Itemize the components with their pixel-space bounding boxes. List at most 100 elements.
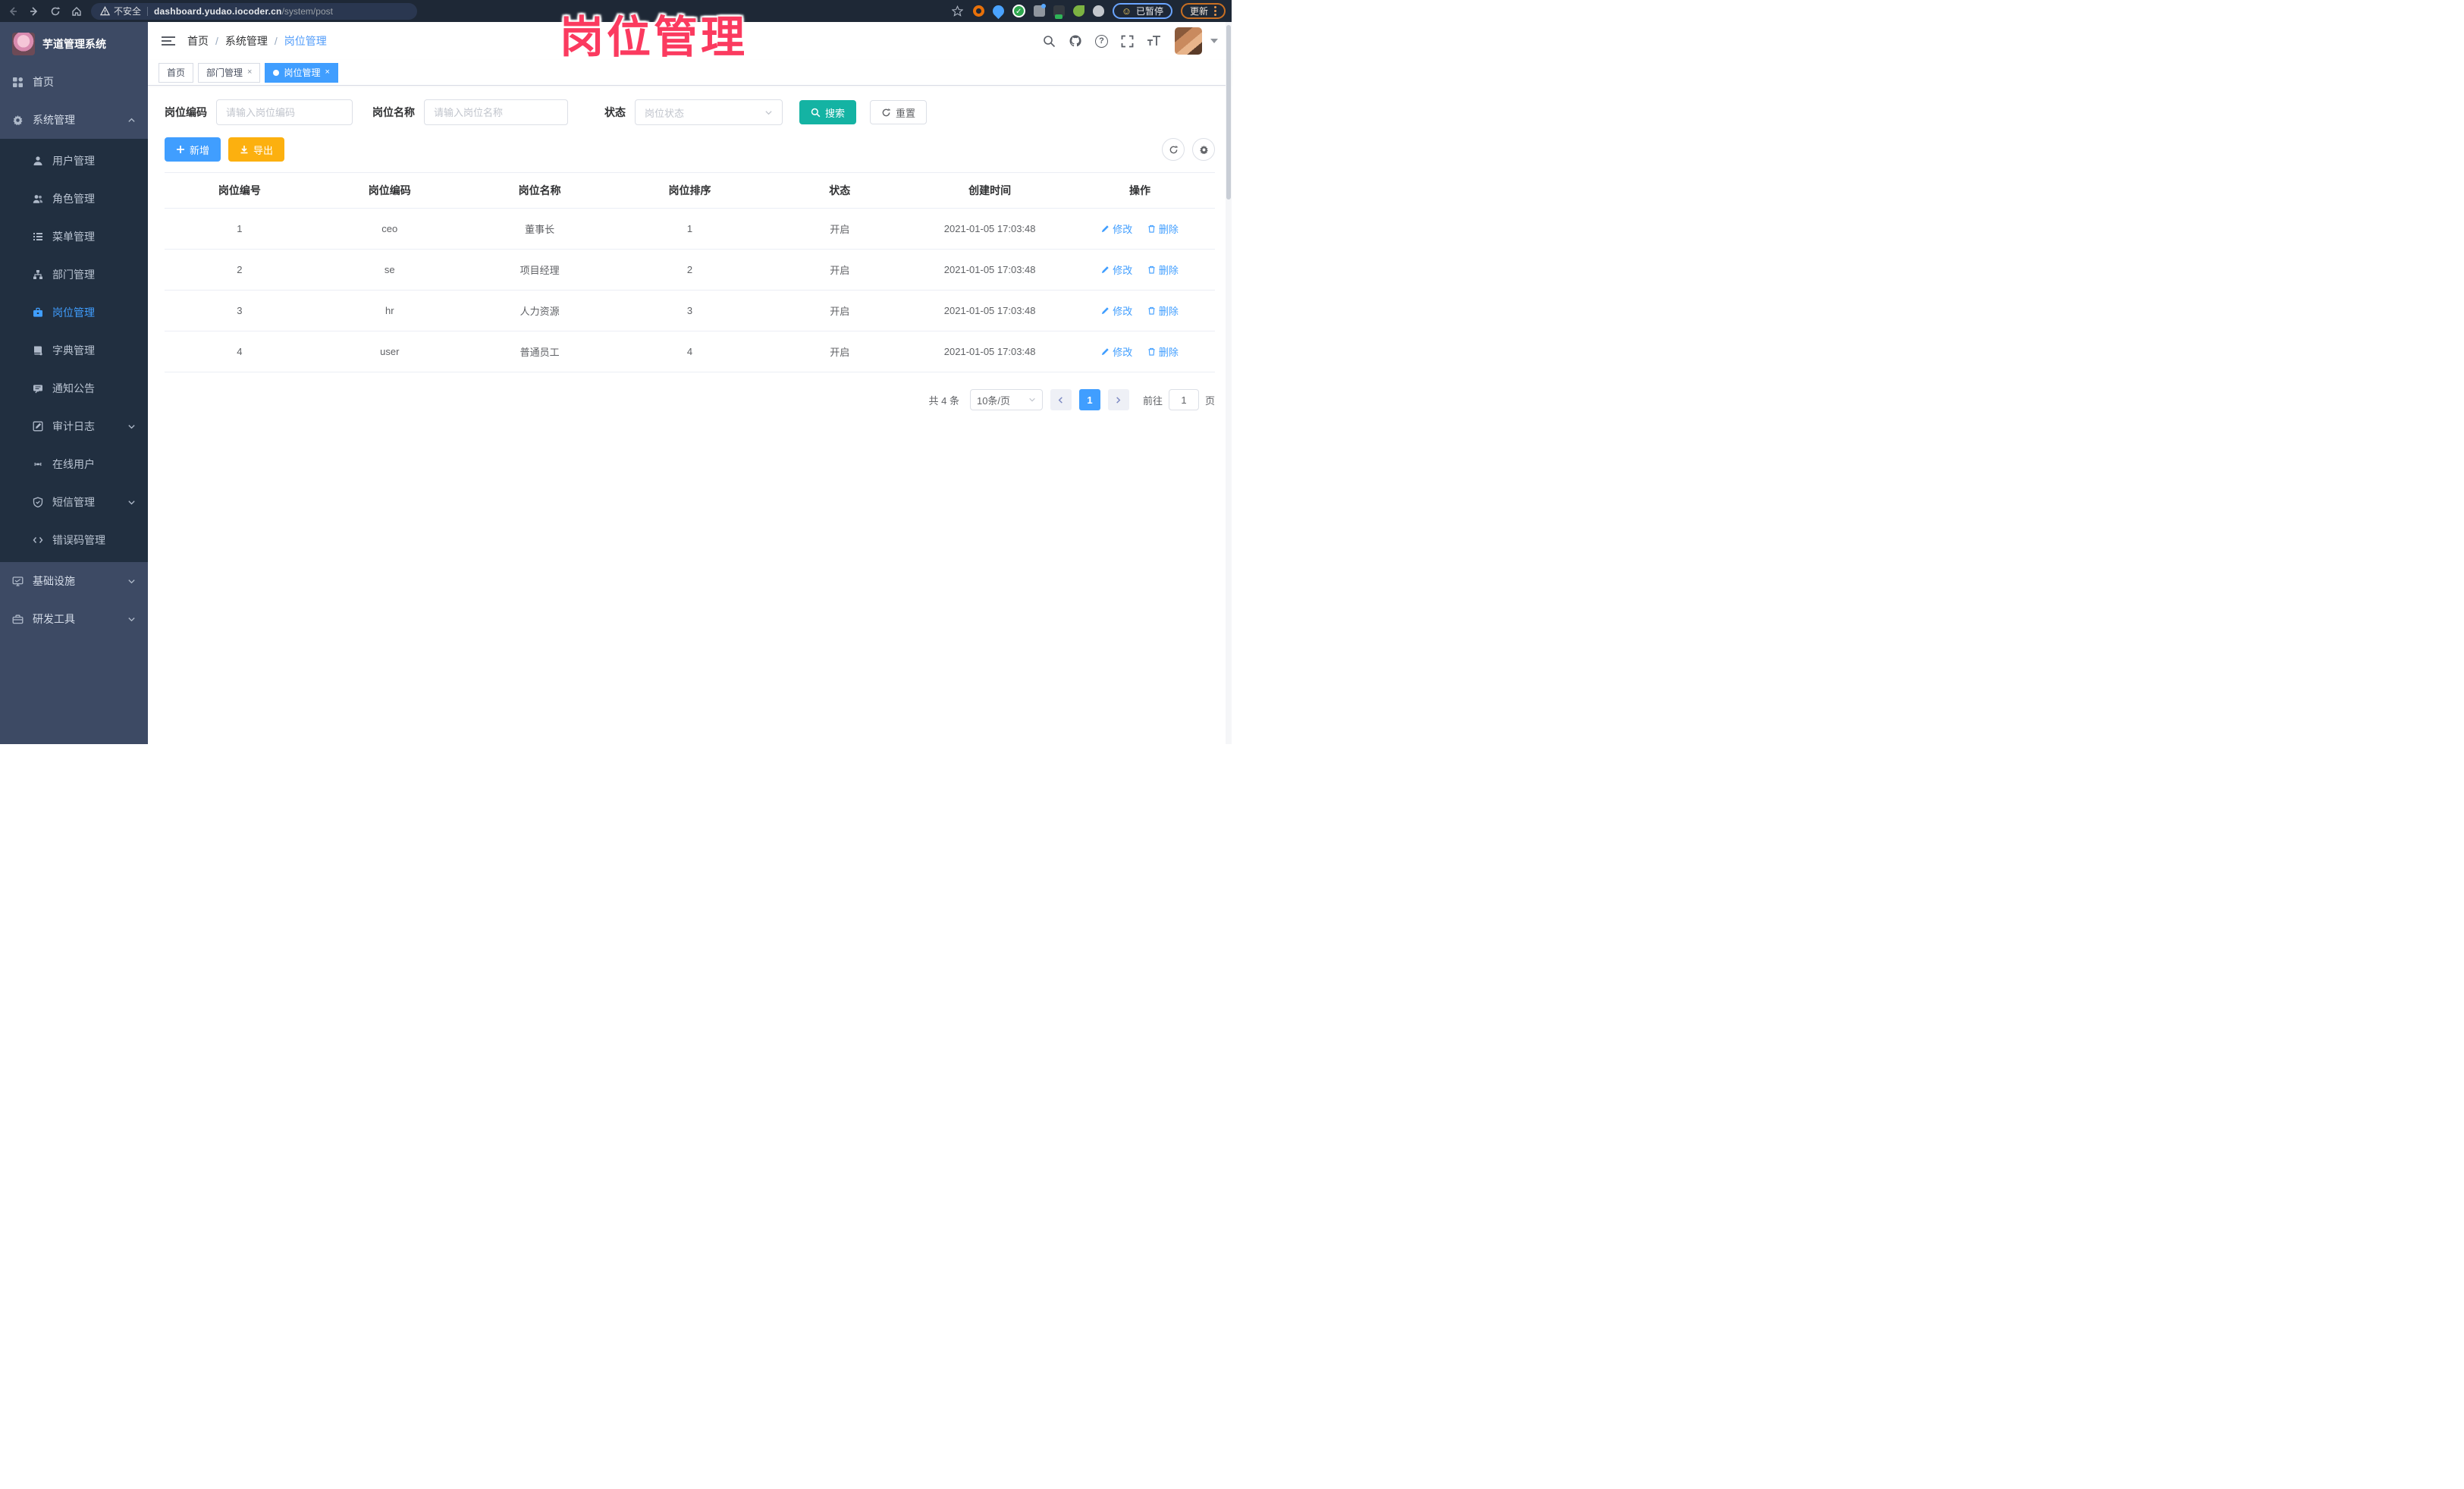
sidebar-item-dict-mgmt[interactable]: 字典管理 — [0, 331, 148, 369]
goto-page: 前往 页 — [1143, 389, 1215, 410]
sidebar-item-home[interactable]: 首页 — [0, 63, 148, 101]
sidebar-item-post-mgmt[interactable]: 岗位管理 — [0, 294, 148, 331]
edit-link[interactable]: 修改 — [1101, 303, 1132, 318]
bookmark-star-icon[interactable] — [951, 5, 965, 18]
sidebar-item-audit-log[interactable]: 审计日志 — [0, 407, 148, 445]
extension-icon-tag[interactable] — [1053, 5, 1065, 19]
delete-link[interactable]: 删除 — [1147, 344, 1179, 359]
github-icon[interactable] — [1069, 34, 1082, 48]
chevron-down-icon — [127, 498, 136, 507]
browser-toolbar: 不安全 dashboard.yudao.iocoder.cn/system/po… — [0, 0, 1232, 22]
sidebar-item-error-code[interactable]: 错误码管理 — [0, 521, 148, 559]
refresh-button[interactable] — [1162, 138, 1185, 161]
prev-page-button[interactable] — [1050, 389, 1072, 410]
sidebar-item-notice[interactable]: 通知公告 — [0, 369, 148, 407]
page-size-select[interactable]: 10条/页 — [969, 389, 1043, 410]
not-secure-warning[interactable]: 不安全 — [100, 5, 141, 17]
cell-name: 普通员工 — [464, 331, 615, 372]
scrollbar-thumb[interactable] — [1226, 25, 1231, 199]
table-right-tools — [1162, 138, 1215, 161]
cell-id: 4 — [165, 331, 315, 372]
column-settings-button[interactable] — [1192, 138, 1215, 161]
online-signal-icon — [32, 459, 43, 470]
search-button-label: 搜索 — [825, 107, 846, 119]
help-icon[interactable]: ? — [1095, 34, 1108, 48]
tab-post-mgmt[interactable]: 岗位管理 × — [265, 62, 338, 83]
fullscreen-icon[interactable] — [1121, 35, 1134, 48]
post-code-input[interactable] — [226, 106, 343, 118]
app-logo-row[interactable]: 芋道管理系统 — [0, 22, 148, 63]
reload-icon[interactable] — [49, 5, 62, 18]
search-button[interactable]: 搜索 — [799, 100, 857, 124]
window-scrollbar[interactable] — [1226, 22, 1232, 744]
extension-icon-grid[interactable] — [1033, 4, 1046, 17]
breadcrumb-system[interactable]: 系统管理 — [225, 33, 268, 49]
warning-triangle-icon — [100, 6, 110, 16]
page-number-1[interactable]: 1 — [1078, 389, 1100, 410]
sidebar-item-label: 菜单管理 — [52, 231, 95, 243]
sidebar-item-online-users[interactable]: 在线用户 — [0, 445, 148, 483]
browser-update-button[interactable]: 更新 — [1180, 3, 1226, 19]
edit-link[interactable]: 修改 — [1101, 221, 1132, 236]
sidebar-item-infra[interactable]: 基础设施 — [0, 562, 148, 600]
sidebar-item-system[interactable]: 系统管理 — [0, 101, 148, 139]
hamburger-icon[interactable] — [162, 35, 175, 47]
delete-label: 删除 — [1158, 224, 1179, 235]
sidebar-item-dept-mgmt[interactable]: 部门管理 — [0, 256, 148, 294]
url-text[interactable]: dashboard.yudao.iocoder.cn/system/post — [154, 6, 333, 17]
pagination: 共 4 条 10条/页 1 前往 1 页 — [165, 389, 1215, 410]
delete-link[interactable]: 删除 — [1147, 221, 1179, 236]
edit-label: 修改 — [1113, 306, 1133, 317]
edit-label: 修改 — [1113, 265, 1133, 276]
forward-icon[interactable] — [27, 5, 41, 18]
system-submenu: 用户管理 角色管理 菜单管理 部门管理 岗位管理 字典管理 通知公告 审计日志 … — [0, 139, 148, 562]
edit-log-icon — [32, 421, 43, 432]
search-icon — [811, 108, 821, 117]
extension-icon-orange[interactable] — [972, 5, 984, 17]
edit-link[interactable]: 修改 — [1101, 262, 1132, 277]
font-size-icon[interactable] — [1147, 35, 1162, 47]
close-icon[interactable]: × — [247, 68, 252, 77]
extension-icon-bear[interactable] — [1092, 5, 1104, 17]
goto-page-input[interactable] — [1168, 389, 1199, 410]
cell-code: hr — [314, 290, 465, 331]
extension-icon-check[interactable]: ✓ — [1012, 5, 1025, 17]
tab-home[interactable]: 首页 — [159, 62, 194, 83]
extension-icon-drop[interactable] — [990, 2, 1006, 20]
sidebar-item-user-mgmt[interactable]: 用户管理 — [0, 142, 148, 180]
home-icon[interactable] — [70, 5, 83, 18]
kebab-menu-icon[interactable] — [1214, 6, 1216, 16]
app-navbar: 首页 / 系统管理 / 岗位管理 ? — [148, 22, 1232, 60]
paused-extension-pill[interactable]: ☺ 已暂停 — [1112, 3, 1172, 19]
delete-link[interactable]: 删除 — [1147, 262, 1179, 277]
page-content: 岗位编码 岗位名称 状态 岗位状态 — [148, 86, 1232, 744]
cell-name: 董事长 — [464, 208, 615, 250]
close-icon[interactable]: × — [325, 68, 329, 77]
search-icon[interactable] — [1043, 35, 1056, 48]
address-bar[interactable]: 不安全 dashboard.yudao.iocoder.cn/system/po… — [91, 2, 417, 20]
sidebar-item-label: 错误码管理 — [52, 534, 105, 546]
user-avatar[interactable] — [1175, 27, 1202, 55]
status-select[interactable]: 岗位状态 — [635, 99, 783, 125]
breadcrumb-separator: / — [274, 35, 278, 47]
sidebar-item-sms-mgmt[interactable]: 短信管理 — [0, 483, 148, 521]
next-page-button[interactable] — [1107, 389, 1129, 410]
add-button[interactable]: 新增 — [165, 137, 221, 162]
book-icon — [32, 345, 43, 357]
breadcrumb-home[interactable]: 首页 — [187, 33, 209, 49]
cell-time: 2021-01-05 17:03:48 — [915, 208, 1066, 250]
delete-link[interactable]: 删除 — [1147, 303, 1179, 318]
export-button[interactable]: 导出 — [228, 137, 285, 162]
edit-link[interactable]: 修改 — [1101, 344, 1132, 359]
back-icon[interactable] — [6, 5, 20, 18]
extension-icon-sprout[interactable] — [1072, 5, 1084, 17]
tab-dept-mgmt[interactable]: 部门管理 × — [198, 62, 261, 83]
caret-down-icon[interactable] — [1210, 39, 1218, 43]
sidebar-item-devtools[interactable]: 研发工具 — [0, 600, 148, 638]
delete-label: 删除 — [1158, 347, 1179, 358]
sidebar-item-menu-mgmt[interactable]: 菜单管理 — [0, 218, 148, 256]
reset-button[interactable]: 重置 — [870, 100, 928, 124]
tab-label: 首页 — [167, 68, 186, 78]
post-name-input[interactable] — [434, 106, 558, 118]
sidebar-item-role-mgmt[interactable]: 角色管理 — [0, 180, 148, 218]
